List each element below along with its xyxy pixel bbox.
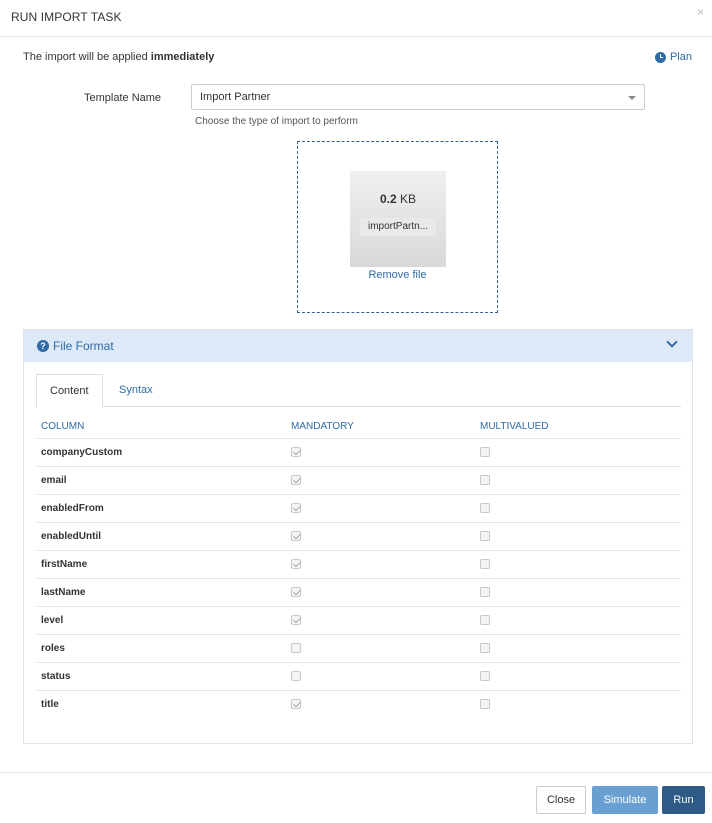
close-icon[interactable]: × xyxy=(697,5,704,19)
mandatory-checkbox xyxy=(291,699,301,710)
tab-content[interactable]: Content xyxy=(36,374,103,408)
multivalued-cell xyxy=(475,437,681,466)
remove-file-link[interactable]: Remove file xyxy=(298,269,497,281)
multivalued-cell xyxy=(475,465,681,494)
mandatory-cell xyxy=(286,605,475,634)
file-name: importPartn... xyxy=(360,218,436,236)
close-button[interactable]: Close xyxy=(536,786,586,814)
format-tabs: Content Syntax xyxy=(36,374,681,408)
multivalued-header: MULTIVALUED xyxy=(480,421,549,433)
mandatory-checkbox xyxy=(291,586,301,597)
multivalued-cell xyxy=(475,577,681,606)
clock-icon xyxy=(654,51,666,63)
multivalued-checkbox xyxy=(480,642,490,653)
mandatory-checkbox xyxy=(291,558,301,569)
run-button[interactable]: Run xyxy=(662,786,705,814)
mandatory-cell xyxy=(286,493,475,522)
mandatory-checkbox xyxy=(291,502,301,513)
column-name: level xyxy=(36,605,286,634)
multivalued-checkbox xyxy=(480,502,490,513)
template-name-select[interactable]: Import Partner xyxy=(191,84,645,110)
file-thumbnail: 0.2 KB importPartn... xyxy=(350,171,446,267)
simulate-button[interactable]: Simulate xyxy=(592,786,658,814)
column-name: status xyxy=(36,661,286,690)
mandatory-checkbox xyxy=(291,474,301,485)
template-name-label: Template Name xyxy=(84,92,162,104)
file-size: 0.2 KB xyxy=(350,192,446,206)
multivalued-cell xyxy=(475,633,681,662)
multivalued-cell xyxy=(475,661,681,690)
file-size-unit: KB xyxy=(400,192,417,206)
mandatory-cell xyxy=(286,465,475,494)
caret-down-icon xyxy=(628,96,636,100)
table-row: enabledUntil xyxy=(36,521,681,550)
mandatory-cell xyxy=(286,549,475,578)
column-name: enabledFrom xyxy=(36,493,286,522)
table-row: status xyxy=(36,661,681,690)
template-selected-value: Import Partner xyxy=(200,91,271,103)
multivalued-checkbox xyxy=(480,446,490,457)
file-format-header[interactable]: ? File Format xyxy=(24,330,692,362)
mandatory-checkbox xyxy=(291,530,301,541)
mandatory-cell xyxy=(286,521,475,550)
column-name: firstName xyxy=(36,549,286,578)
table-row: firstName xyxy=(36,549,681,578)
column-name: roles xyxy=(36,633,286,662)
mandatory-cell xyxy=(286,577,475,606)
file-dropzone[interactable]: 0.2 KB importPartn... Remove file xyxy=(297,141,498,313)
table-row: level xyxy=(36,605,681,634)
multivalued-cell xyxy=(475,493,681,522)
multivalued-checkbox xyxy=(480,699,490,710)
table-row: lastName xyxy=(36,577,681,606)
mandatory-cell xyxy=(286,661,475,690)
mandatory-checkbox xyxy=(291,614,301,625)
template-help-text: Choose the type of import to perform xyxy=(195,116,358,127)
mandatory-cell xyxy=(286,437,475,466)
mandatory-checkbox xyxy=(291,642,301,653)
table-row: enabledFrom xyxy=(36,493,681,522)
multivalued-checkbox xyxy=(480,474,490,485)
help-icon: ? xyxy=(37,340,49,352)
mandatory-cell xyxy=(286,689,475,718)
multivalued-checkbox xyxy=(480,586,490,597)
column-name: companyCustom xyxy=(36,437,286,466)
table-row: companyCustom xyxy=(36,437,681,466)
column-name: title xyxy=(36,689,286,718)
column-name: enabledUntil xyxy=(36,521,286,550)
file-format-title: File Format xyxy=(53,339,114,353)
mandatory-cell xyxy=(286,633,475,662)
column-name: lastName xyxy=(36,577,286,606)
plan-label: Plan xyxy=(669,51,692,63)
multivalued-checkbox xyxy=(480,558,490,569)
multivalued-checkbox xyxy=(480,670,490,681)
tab-syntax[interactable]: Syntax xyxy=(106,374,166,408)
notice-text: The import will be applied xyxy=(23,51,151,63)
multivalued-cell xyxy=(475,521,681,550)
multivalued-cell xyxy=(475,549,681,578)
table-row: title xyxy=(36,689,681,718)
file-format-panel: ? File Format Content Syntax COLUMN MAND… xyxy=(23,329,693,744)
table-row: roles xyxy=(36,633,681,662)
apply-notice: The import will be applied immediately xyxy=(23,51,214,63)
mandatory-checkbox xyxy=(291,446,301,457)
multivalued-checkbox xyxy=(480,614,490,625)
plan-link[interactable]: Plan xyxy=(654,51,692,63)
mandatory-header: MANDATORY xyxy=(291,421,354,433)
notice-emphasis: immediately xyxy=(150,51,215,63)
modal-header: RUN IMPORT TASK × xyxy=(0,0,712,37)
multivalued-checkbox xyxy=(480,530,490,541)
modal-footer: Close Simulate Run xyxy=(0,772,712,823)
column-header: COLUMN xyxy=(41,421,85,433)
multivalued-cell xyxy=(475,689,681,718)
columns-table: COLUMN MANDATORY MULTIVALUED companyCust… xyxy=(36,416,681,718)
table-row: email xyxy=(36,465,681,494)
modal-title: RUN IMPORT TASK xyxy=(11,10,122,24)
multivalued-cell xyxy=(475,605,681,634)
table-header-row: COLUMN MANDATORY MULTIVALUED xyxy=(36,416,681,438)
file-size-value: 0.2 xyxy=(379,192,397,206)
chevron-down-icon[interactable] xyxy=(666,336,678,348)
column-name: email xyxy=(36,465,286,494)
mandatory-checkbox xyxy=(291,670,301,681)
